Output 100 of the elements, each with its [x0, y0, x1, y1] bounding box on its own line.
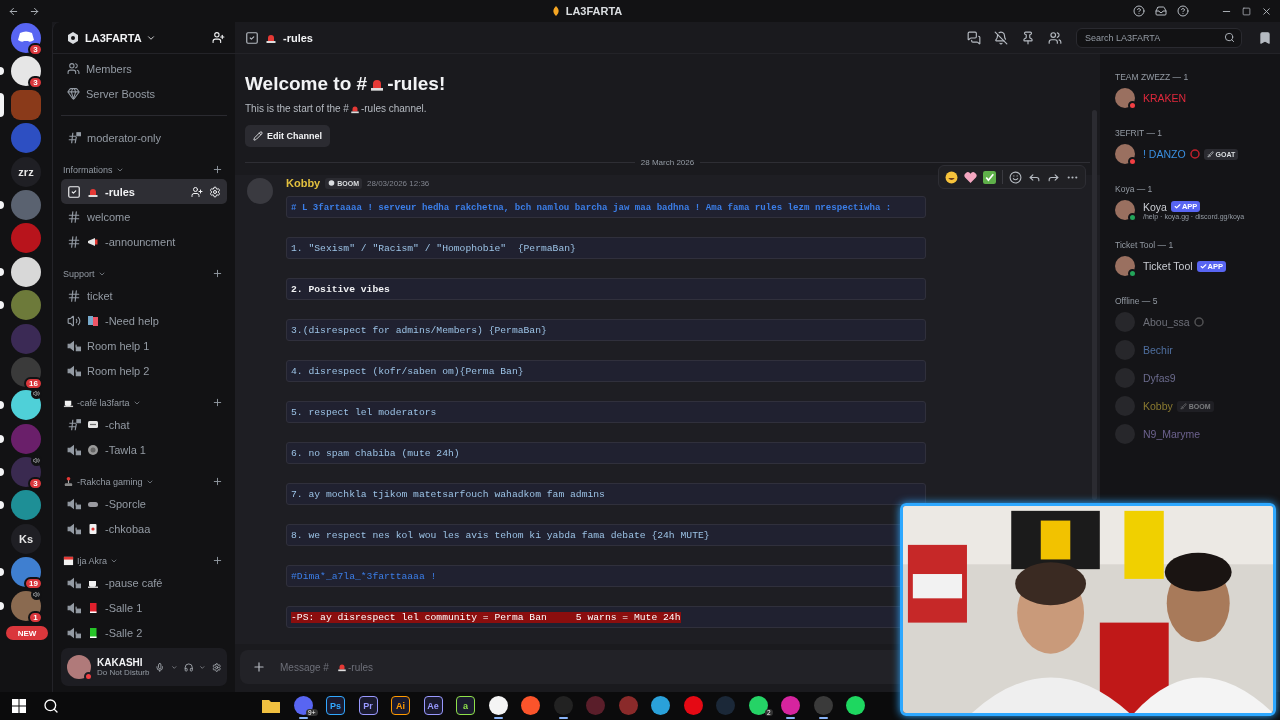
search-bar[interactable]: Search LA3FARTA [1076, 27, 1242, 48]
add-channel-icon[interactable] [212, 555, 223, 566]
taskbar-app-button[interactable]: a [456, 696, 475, 720]
category-name: Informations [63, 164, 113, 175]
channel-item[interactable]: -Salle 2 [61, 620, 227, 645]
member-item[interactable]: Dyfas9 [1108, 364, 1272, 392]
category-header[interactable]: -café la3farta [61, 393, 227, 412]
check-mark-icon[interactable] [983, 170, 996, 184]
inbox-icon[interactable] [1155, 5, 1167, 17]
category-header[interactable]: Support [61, 264, 227, 283]
channel-item[interactable]: Room help 1 [61, 333, 227, 358]
hash-icon [67, 209, 81, 224]
help-icon[interactable] [1133, 5, 1145, 17]
threads-icon[interactable] [967, 30, 981, 45]
add-channel-icon[interactable] [212, 397, 223, 408]
taskbar-app-button[interactable] [488, 696, 508, 720]
server-item[interactable]: 3 [0, 23, 52, 53]
channel-item[interactable]: -announcment [61, 229, 227, 254]
channel-item[interactable]: -chkobaa [61, 516, 227, 541]
channel-item[interactable]: -chat [61, 412, 227, 437]
sidebar-link[interactable]: Server Boosts [61, 81, 227, 106]
member-item[interactable]: KRAKEN [1108, 84, 1272, 112]
category-header[interactable]: Ija Akra [61, 551, 227, 570]
server-button[interactable]: zrz [11, 156, 41, 187]
author-name[interactable]: Kobby [286, 177, 321, 189]
channel-item[interactable]: -Salle 1 [61, 595, 227, 620]
laughing-face-icon[interactable] [945, 170, 958, 184]
cards-icon [87, 314, 99, 327]
taskbar-app-button[interactable]: Pr [358, 696, 378, 720]
settings-icon[interactable] [211, 660, 221, 674]
bell-off-icon[interactable] [994, 30, 1008, 45]
channel-item[interactable]: -Tawla 1 [61, 437, 227, 462]
search-field[interactable]: Search LA3FARTA [1083, 31, 1220, 44]
channel-name: -Sporcle [105, 497, 147, 510]
add-channel-icon[interactable] [212, 476, 223, 487]
taskbar-app-button[interactable]: Ps [326, 696, 345, 720]
taskbar-app-button[interactable] [553, 696, 573, 720]
taskbar-app-button[interactable] [781, 696, 800, 720]
edit-channel-button[interactable]: Edit Channel [245, 125, 330, 147]
settings-icon[interactable] [209, 185, 221, 198]
taskbar-app-button[interactable] [293, 696, 313, 720]
server-item[interactable]: 19 [0, 557, 52, 588]
mention-badge: 3 [28, 43, 43, 56]
channel-item[interactable]: -Sporcle [61, 491, 227, 516]
close-icon[interactable] [1261, 5, 1272, 17]
locked-speaker-icon [67, 625, 81, 640]
category-header[interactable]: Informations [61, 160, 227, 179]
channel-item[interactable]: welcome [61, 204, 227, 229]
channel-item[interactable]: Room help 2 [61, 358, 227, 383]
unread-indicator [0, 601, 4, 610]
member-item[interactable]: Bechir [1108, 336, 1272, 364]
maximize-icon[interactable] [1242, 6, 1251, 16]
members-icon[interactable] [1048, 30, 1062, 45]
add-channel-icon[interactable] [212, 164, 223, 175]
invite-icon[interactable] [191, 185, 203, 198]
user-avatar[interactable] [67, 655, 91, 679]
scrollbar[interactable] [1092, 110, 1097, 500]
invite-icon[interactable] [212, 31, 225, 44]
server-button[interactable]: Ks [11, 523, 41, 554]
help-icon[interactable] [1177, 5, 1189, 17]
server-button[interactable] [11, 256, 41, 287]
add-channel-icon[interactable] [212, 268, 223, 279]
channel-item[interactable]: ticket [61, 283, 227, 308]
taskbar-app-button[interactable]: Ai [391, 696, 410, 720]
server-button[interactable] [11, 390, 41, 421]
server-name[interactable]: LA3FARTA [85, 31, 206, 44]
microphone-icon[interactable] [155, 660, 165, 674]
add-reaction-icon[interactable] [1009, 170, 1022, 184]
server-button[interactable] [11, 56, 41, 87]
taskbar-app-button[interactable]: Ae [423, 696, 443, 720]
category-header[interactable]: -Rakcha gaming [61, 472, 227, 491]
channel-item[interactable]: -pause café [61, 570, 227, 595]
check-icon [1199, 262, 1207, 270]
speaker-icon [31, 455, 42, 467]
channel-item[interactable]: moderator-only [61, 125, 227, 150]
server-button[interactable] [11, 23, 41, 53]
channel-item[interactable]: -rules [61, 179, 227, 204]
server-item[interactable]: 3 [0, 56, 52, 87]
add-attachment-icon[interactable] [252, 660, 266, 674]
pin-icon[interactable] [1021, 30, 1035, 45]
heart-icon[interactable] [964, 170, 977, 184]
speech-bubble-icon [87, 418, 99, 431]
back-icon[interactable] [8, 5, 19, 17]
bookmark-icon[interactable] [1258, 30, 1272, 45]
server-item[interactable]: 3 [0, 457, 52, 488]
server-item[interactable]: 16 [0, 356, 52, 387]
member-item[interactable]: Abou_ssa [1108, 308, 1272, 336]
headphones-icon[interactable] [183, 660, 193, 674]
channel-item[interactable]: -Need help [61, 308, 227, 333]
skull-icon [328, 179, 336, 187]
taskbar-app-button[interactable] [813, 696, 833, 720]
server-item[interactable]: zrz [0, 156, 52, 187]
message-field[interactable]: Message # [280, 661, 336, 673]
server-button[interactable] [11, 356, 41, 387]
server-item[interactable]: 1 [0, 590, 52, 621]
forward-icon[interactable] [29, 5, 40, 17]
sidebar-link[interactable]: Members [61, 56, 227, 81]
server-button[interactable] [11, 557, 41, 588]
server-item[interactable]: Ks [0, 523, 52, 554]
pencil-icon [253, 131, 263, 141]
